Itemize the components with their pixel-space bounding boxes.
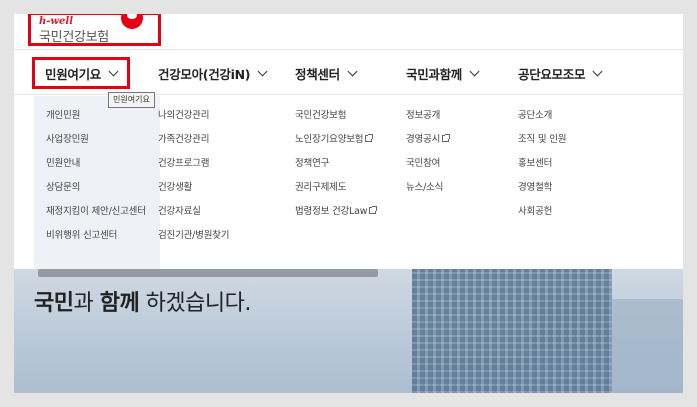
nav-item-label: 공단요모조모 (518, 66, 586, 82)
submenu-link[interactable]: 뉴스/소식 (406, 176, 449, 200)
submenu-link[interactable]: 검진기관/병원찾기 (158, 224, 230, 248)
submenu-link-label: 경영공시 (406, 134, 441, 145)
submenu-link[interactable]: 국민건강보험 (295, 104, 376, 128)
submenu-column-policy-center: 국민건강보험 노인장기요양보험 정책연구 권리구제제도 법령정보 건강Law (295, 96, 378, 224)
submenu-link[interactable]: 사업장민원 (34, 128, 160, 152)
submenu-link[interactable]: 민원안내 (34, 152, 160, 176)
submenu-link-label: 노인장기요양보험 (295, 134, 364, 145)
submenu-link[interactable]: 홍보센터 (518, 152, 566, 176)
submenu-link[interactable]: 건강자료실 (158, 200, 229, 224)
nav-item-with-people[interactable]: 국민과함께 (406, 51, 480, 95)
logo[interactable]: h-well 국민건강보험 (28, 14, 161, 46)
chevron-down-icon (257, 66, 268, 76)
site-header: h-well 국민건강보험 (14, 14, 683, 50)
nav-item-health-in[interactable]: 건강모아(건강iN) (158, 51, 268, 95)
submenu-link[interactable]: 건강생활 (158, 176, 229, 200)
hero-banner: 국민과 함께 하겠습니다. (14, 269, 683, 393)
submenu-link[interactable]: 경영철학 (518, 176, 566, 200)
main-nav: 민원여기요 건강모아(건강iN) 정책센터 국민과함께 공단요모조모 (14, 51, 683, 95)
external-link-icon (442, 134, 451, 142)
submenu-link[interactable]: 상담문의 (34, 176, 160, 200)
logo-main-text: 국민건강보험 (39, 30, 109, 45)
external-link-icon (369, 206, 378, 214)
submenu-link-external[interactable]: 경영공시 (406, 128, 451, 152)
submenu-link[interactable]: 나의건강관리 (158, 104, 229, 128)
hero-headline: 국민과 함께 하겠습니다. (34, 291, 251, 316)
nav-tooltip: 민원여기요 (108, 92, 155, 108)
submenu-link[interactable]: 정책연구 (295, 152, 376, 176)
nav-item-civil-petition[interactable]: 민원여기요 (32, 57, 131, 89)
submenu-column-civil-petition: 개인민원 사업장민원 민원안내 상담문의 재정지킴이 제안/신고센터 비위행위 … (34, 96, 160, 269)
logo-mark-icon (121, 14, 143, 29)
nav-item-label: 정책센터 (295, 66, 340, 82)
submenu-link[interactable]: 권리구제제도 (295, 176, 376, 200)
nav-item-label: 민원여기요 (45, 66, 102, 82)
external-link-icon (365, 134, 374, 142)
nav-item-about-nhis[interactable]: 공단요모조모 (518, 51, 603, 95)
submenu-link-external[interactable]: 법령정보 건강Law (295, 200, 378, 224)
submenu-link[interactable]: 조직 및 인원 (518, 128, 567, 152)
frame-left (0, 0, 14, 407)
nav-item-label: 국민과함께 (406, 66, 463, 82)
submenu-link[interactable]: 정보공개 (406, 104, 449, 128)
submenu-link[interactable]: 사회공헌 (518, 200, 566, 224)
frame-top (0, 0, 697, 14)
frame-right (683, 0, 697, 407)
submenu-link[interactable]: 공단소개 (518, 104, 566, 128)
chevron-down-icon (592, 66, 603, 76)
submenu-column-health-in: 나의건강관리 가족건강관리 건강프로그램 건강생활 건강자료실 검진기관/병원찾… (158, 96, 230, 248)
submenu-column-with-people: 정보공개 경영공시 국민참여 뉴스/소식 (406, 96, 451, 200)
submenu-link[interactable]: 재정지킴이 제안/신고센터 (34, 200, 160, 224)
submenu-column-about-nhis: 공단소개 조직 및 인원 홍보센터 경영철학 사회공헌 (518, 96, 567, 224)
chevron-down-icon (108, 66, 119, 76)
submenu-link-external[interactable]: 노인장기요양보험 (295, 128, 376, 152)
submenu-link-label: 법령정보 건강Law (295, 206, 368, 217)
hero-text-cutoff (38, 269, 378, 277)
mega-menu: 개인민원 사업장민원 민원안내 상담문의 재정지킴이 제안/신고센터 비위행위 … (14, 96, 683, 269)
page: 국민과 함께 하겠습니다. h-well 국민건강보험 민원여기요 건강모아(건… (14, 14, 683, 393)
chevron-down-icon (469, 66, 480, 76)
hero-building-image (412, 269, 612, 393)
chevron-down-icon (347, 66, 358, 76)
frame-bottom (0, 393, 697, 407)
nav-item-policy-center[interactable]: 정책센터 (295, 51, 358, 95)
submenu-link[interactable]: 가족건강관리 (158, 128, 229, 152)
submenu-link[interactable]: 건강프로그램 (158, 152, 229, 176)
submenu-link[interactable]: 국민참여 (406, 152, 449, 176)
submenu-link[interactable]: 비위행위 신고센터 (34, 224, 160, 248)
nav-item-label: 건강모아(건강iN) (158, 66, 251, 82)
